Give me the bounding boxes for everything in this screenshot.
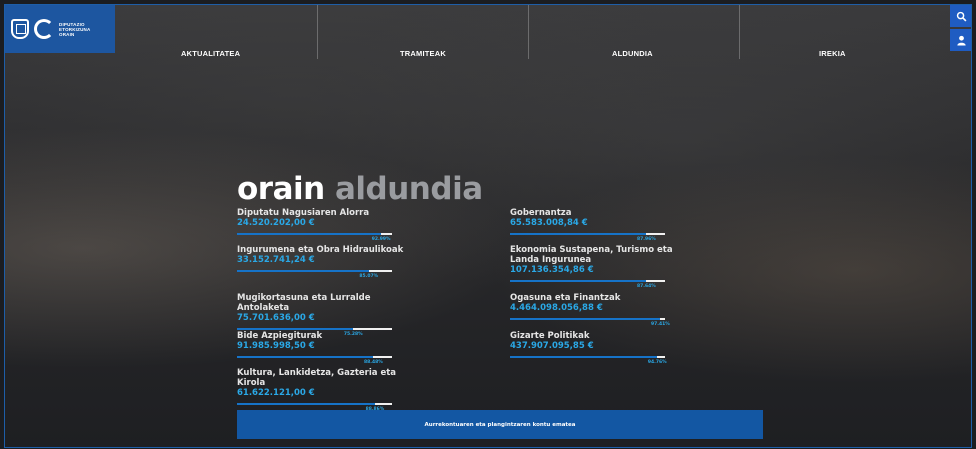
accountability-button[interactable]: Aurrekontuaren eta plangintzaren kontu e…	[237, 410, 763, 439]
hero-title-orain: orain	[237, 171, 325, 207]
dept-amount: 437.907.095,85 €	[510, 341, 594, 351]
nav-divider	[739, 5, 740, 59]
dept-item[interactable]: Bide Azpiegiturak 91.985.998,50 € 88.48%	[237, 331, 412, 365]
dept-progress-fill	[237, 356, 374, 358]
dept-name: Gobernantza	[510, 208, 572, 218]
dept-item[interactable]: Gizarte Politikak 437.907.095,85 € 94.76…	[510, 331, 685, 365]
dept-percent: 92.99%	[371, 237, 391, 242]
dept-item[interactable]: Ingurumena eta Obra Hidraulikoak 33.152.…	[237, 245, 412, 279]
dept-name: Ogasuna eta Finantzak	[510, 293, 621, 303]
dept-progress-fill	[510, 318, 661, 320]
dept-progress-bar: 88.48%	[237, 356, 392, 365]
g-logo-icon	[34, 19, 54, 39]
nav-aldundia[interactable]: ALDUNDIA	[612, 49, 653, 58]
dept-progress-fill	[237, 270, 369, 272]
dept-percent: 97.41%	[650, 322, 670, 327]
dept-name: Ingurumena eta Obra Hidraulikoak	[237, 245, 404, 255]
dept-percent: 87.64%	[637, 284, 656, 289]
dept-amount: 75.701.636,00 €	[237, 313, 315, 323]
dept-item[interactable]: Mugikortasuna eta Lurralde Antolaketa 75…	[237, 293, 412, 337]
dept-name: Gizarte Politikak	[510, 331, 590, 341]
dept-name: Kultura, Lankidetza, Gazteria eta Kirola	[237, 368, 397, 388]
dept-amount: 91.985.998,50 €	[237, 341, 315, 351]
dept-item[interactable]: Kultura, Lankidetza, Gazteria eta Kirola…	[237, 368, 412, 412]
dept-percent: 85.07%	[359, 274, 379, 279]
hero-title-aldundia: aldundia	[335, 171, 483, 207]
dept-item[interactable]: Diputatu Nagusiaren Alorra 24.520.202,00…	[237, 208, 412, 242]
dept-progress-bar: 94.76%	[510, 356, 667, 365]
nav-irekia[interactable]: IREKIA	[819, 49, 846, 58]
dept-progress-bar: 87.96%	[510, 233, 665, 242]
dept-amount: 33.152.741,24 €	[237, 255, 315, 265]
dept-progress-fill	[510, 356, 658, 358]
dept-amount: 24.520.202,00 €	[237, 218, 315, 228]
dept-progress-fill	[510, 280, 647, 282]
dept-item[interactable]: Ekonomia Sustapena, Turismo eta Landa In…	[510, 245, 685, 289]
dept-progress-fill	[237, 233, 382, 235]
nav-divider	[528, 5, 529, 59]
site-logo[interactable]: DIPUTAZIO ETORKIZUNA ORAIN	[5, 5, 115, 53]
logo-text: DIPUTAZIO ETORKIZUNA ORAIN	[59, 21, 91, 37]
search-button[interactable]	[950, 5, 971, 27]
dept-item[interactable]: Gobernantza 65.583.008,84 € 87.96%	[510, 208, 685, 242]
dept-name: Diputatu Nagusiaren Alorra	[237, 208, 370, 218]
dept-name: Bide Azpiegiturak	[237, 331, 323, 341]
nav-aktualitatea[interactable]: AKTUALITATEA	[181, 49, 240, 58]
dept-progress-bar: 85.07%	[237, 270, 392, 279]
dept-percent: 88.48%	[364, 360, 383, 365]
dept-percent: 94.76%	[647, 360, 667, 365]
dept-name: Mugikortasuna eta Lurralde Antolaketa	[237, 293, 371, 313]
dept-name: Ekonomia Sustapena, Turismo eta Landa In…	[510, 245, 673, 265]
dept-progress-bar: 87.64%	[510, 280, 665, 289]
dept-percent: 87.96%	[637, 237, 656, 242]
dept-progress-bar: 97.41%	[510, 318, 670, 327]
dept-progress-fill	[237, 403, 375, 405]
dept-amount: 65.583.008,84 €	[510, 218, 588, 228]
hero-title: orain aldundia	[237, 171, 483, 207]
coat-of-arms-icon	[11, 19, 29, 39]
nav-divider	[317, 5, 318, 59]
dept-item[interactable]: Ogasuna eta Finantzak 4.464.098.056,88 €…	[510, 293, 685, 327]
user-button[interactable]	[950, 29, 971, 51]
user-icon	[956, 35, 966, 46]
nav-tramiteak[interactable]: TRAMITEAK	[400, 49, 446, 58]
dept-progress-fill	[237, 328, 354, 330]
page-frame: DIPUTAZIO ETORKIZUNA ORAIN AKTUALITATEA …	[4, 4, 972, 448]
dept-progress-bar: 92.99%	[237, 233, 392, 242]
dept-amount: 61.622.121,00 €	[237, 388, 315, 398]
dept-amount: 4.464.098.056,88 €	[510, 303, 603, 313]
dept-progress-bar: 75.28%	[237, 328, 392, 337]
search-icon	[956, 11, 966, 21]
dept-progress-fill	[510, 233, 647, 235]
dept-amount: 107.136.354,86 €	[510, 265, 594, 275]
dept-progress-bar: 88.86%	[237, 403, 392, 412]
